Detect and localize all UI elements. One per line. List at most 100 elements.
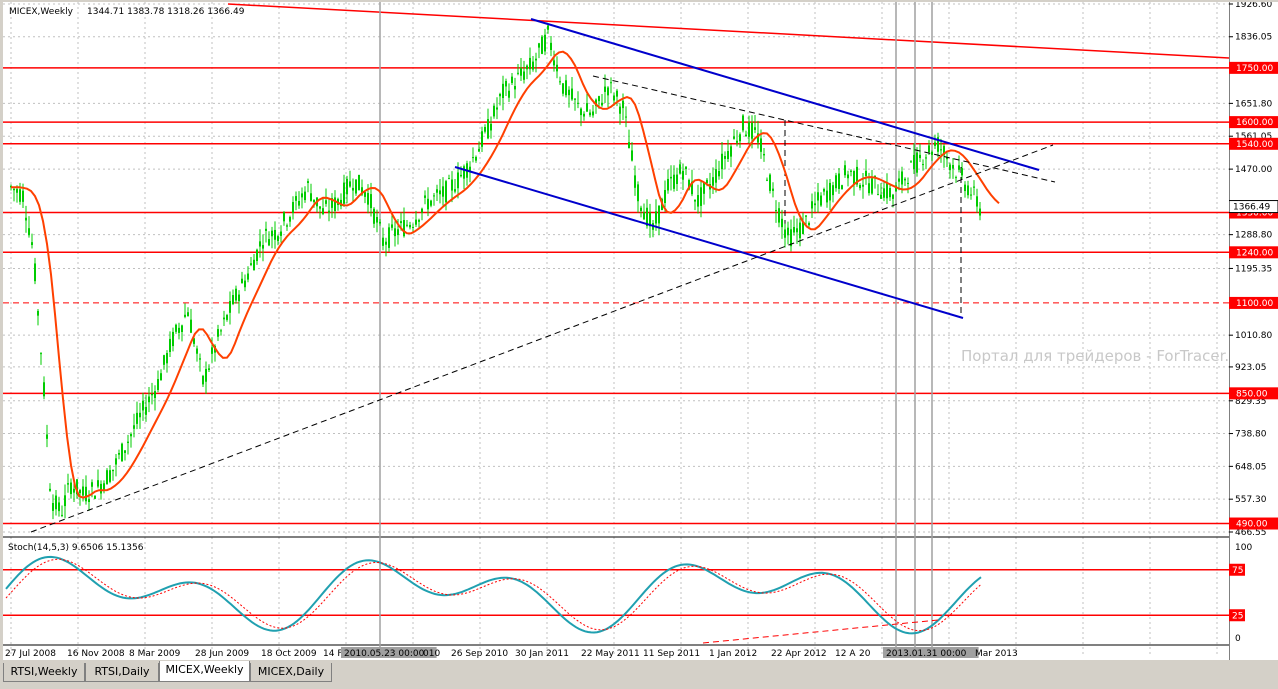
candle-body (520, 68, 522, 76)
candle-body (808, 222, 810, 226)
price-label: 648.05 (1235, 462, 1267, 472)
candle-body (979, 208, 981, 216)
time-label: 2013.01.31 00:00 (886, 649, 967, 659)
chart-area[interactable]: MICEX,Weekly 1344.71 1383.78 1318.26 136… (3, 2, 1230, 660)
candle-body (763, 153, 765, 156)
candle-body (478, 148, 480, 152)
time-label: 1 Jan 2012 (709, 649, 757, 659)
candle-body (583, 113, 585, 117)
candle-body (460, 174, 462, 177)
candle-body (679, 164, 681, 174)
candle-body (373, 208, 375, 224)
candles (10, 24, 981, 520)
candle-body (166, 353, 168, 364)
candle-body (793, 226, 795, 233)
candle-body (883, 188, 885, 198)
candle-body (448, 178, 450, 180)
candle-body (28, 228, 30, 236)
tab-micex-weekly[interactable]: MICEX,Weekly (159, 661, 250, 682)
time-label: 22 May 2011 (581, 649, 640, 659)
candle-body (586, 103, 588, 112)
candle-body (823, 189, 825, 192)
candle-body (940, 149, 942, 151)
time-label: 30 Jan 2011 (515, 649, 569, 659)
watermark: Портал для трейдеров - ForTracer.ru (961, 347, 1229, 365)
candle-body (766, 179, 768, 181)
candle-body (961, 168, 963, 176)
candle-body (949, 164, 951, 171)
candle-body (370, 194, 372, 209)
candle-body (277, 236, 279, 242)
price-label: 1288.80 (1235, 231, 1272, 241)
candle-body (634, 175, 636, 188)
price-label: 923.05 (1235, 363, 1267, 373)
candle-body (607, 87, 609, 96)
candle-body (250, 263, 252, 265)
candle-body (82, 486, 84, 496)
candle-body (427, 198, 429, 210)
candle-body (517, 72, 519, 74)
candle-body (859, 185, 861, 189)
candle-body (271, 230, 273, 237)
candle-body (559, 81, 561, 83)
candle-body (868, 183, 870, 194)
candle-body (325, 200, 327, 204)
support-trendline (30, 144, 1054, 533)
tab-micex-daily[interactable]: MICEX,Daily (250, 663, 332, 682)
candle-body (433, 195, 435, 197)
candle-body (445, 181, 447, 203)
price-axis: 1926.60 1836.05 1651.80 1561.05 1470.00 1288.… (1228, 0, 1278, 660)
candle-body (580, 108, 582, 116)
candle-body (625, 116, 627, 118)
candle-body (430, 200, 432, 206)
candle-body (535, 58, 537, 61)
candle-body (154, 391, 156, 398)
time-label: 20 (859, 649, 871, 659)
candle-body (169, 338, 171, 352)
candle-body (226, 314, 228, 320)
candle-body (22, 190, 24, 202)
candle-body (64, 495, 66, 507)
candle-body (526, 65, 528, 70)
tab-rtsi-weekly[interactable]: RTSI,Weekly (3, 663, 85, 682)
candle-body (181, 325, 183, 332)
candle-body (439, 190, 441, 195)
candle-body (976, 196, 978, 207)
candle-body (544, 34, 546, 52)
candle-body (400, 221, 402, 224)
candle-body (382, 237, 384, 246)
time-label: 26 Sep 2010 (451, 649, 508, 659)
candle-body (622, 100, 624, 109)
candle-body (292, 202, 294, 213)
candle-body (844, 165, 846, 176)
price-label: 1195.35 (1235, 264, 1272, 274)
candle-body (970, 194, 972, 196)
tab-rtsi-daily[interactable]: RTSI,Daily (85, 663, 159, 682)
candle-body (715, 169, 717, 183)
candle-body (442, 186, 444, 197)
candle-body (100, 483, 102, 494)
symbol-info: MICEX,Weekly (9, 7, 74, 17)
time-label: 010 (423, 649, 440, 659)
candle-body (349, 181, 351, 187)
ohlc-info: 1344.71 1383.78 1318.26 1366.49 (87, 7, 245, 17)
candle-body (835, 175, 837, 189)
candle-body (775, 210, 777, 212)
candle-body (85, 486, 87, 502)
candle-body (718, 170, 720, 177)
candle-body (235, 288, 237, 301)
candle-body (403, 220, 405, 237)
candle-body (820, 195, 822, 206)
candle-body (202, 375, 204, 385)
candle-body (826, 190, 828, 203)
time-label: 27 Jul 2008 (5, 649, 56, 659)
candle-body (832, 185, 834, 196)
time-label: 11 Sep 2011 (643, 649, 700, 659)
candle-body (829, 182, 831, 201)
candle-body (367, 193, 369, 205)
candle-body (70, 482, 72, 495)
candle-body (139, 412, 141, 418)
candle-body (238, 294, 240, 302)
candle-body (667, 178, 669, 191)
candle-body (358, 174, 360, 191)
